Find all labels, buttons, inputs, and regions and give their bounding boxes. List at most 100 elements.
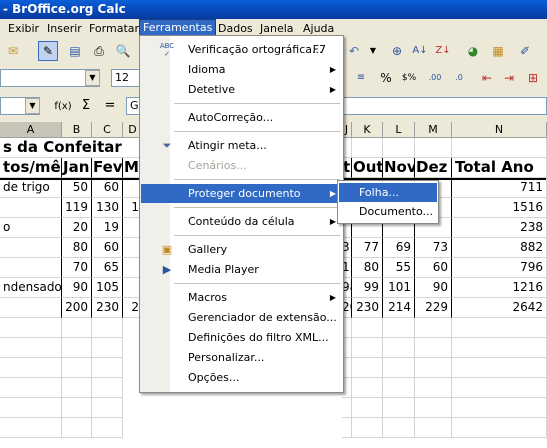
table-cell[interactable] [415, 358, 452, 378]
table-cell[interactable] [92, 378, 123, 398]
submenu-item-document[interactable]: Documento... [339, 202, 437, 221]
table-cell[interactable] [383, 358, 415, 378]
table-cell[interactable] [415, 398, 452, 418]
table-cell[interactable] [0, 318, 62, 338]
table-cell[interactable]: 69 [383, 238, 415, 258]
table-cell[interactable]: Total Ano [452, 158, 547, 178]
function-wizard-icon[interactable]: f(x) [52, 98, 74, 116]
table-cell[interactable]: 60 [92, 178, 123, 198]
table-cell[interactable] [0, 338, 62, 358]
table-cell[interactable]: 90 [62, 278, 92, 298]
table-cell[interactable]: 101 [383, 278, 415, 298]
table-cell[interactable] [452, 398, 547, 418]
table-cell[interactable] [452, 358, 547, 378]
table-cell[interactable]: 214 [383, 298, 415, 318]
percent-format-icon[interactable]: % [377, 69, 395, 87]
table-cell[interactable]: 65 [92, 258, 123, 278]
table-cell[interactable]: 238 [452, 218, 547, 238]
column-header-a[interactable]: A [0, 122, 62, 138]
table-cell[interactable]: 130 [92, 198, 123, 218]
table-cell[interactable] [383, 338, 415, 358]
table-cell[interactable]: 711 [452, 178, 547, 198]
table-cell[interactable] [352, 418, 383, 438]
menu-item-detective[interactable]: Detetive ▶ [141, 80, 342, 99]
column-header-b[interactable]: B [62, 122, 92, 138]
table-cell[interactable] [383, 418, 415, 438]
table-cell[interactable]: 796 [452, 258, 547, 278]
table-cell[interactable]: Nov [383, 158, 415, 178]
menu-item-extension-manager[interactable]: Gerenciador de extensão... [141, 308, 342, 327]
menu-dados[interactable]: Dados [218, 22, 253, 36]
menu-janela[interactable]: Janela [260, 22, 294, 36]
table-cell[interactable]: 229 [415, 298, 452, 318]
table-cell[interactable]: 70 [62, 258, 92, 278]
table-cell[interactable]: de trigo [0, 178, 62, 198]
table-cell[interactable] [62, 418, 92, 438]
table-cell[interactable] [62, 338, 92, 358]
column-header-l[interactable]: L [383, 122, 415, 138]
decrease-indent-icon[interactable]: ⇤ [478, 69, 496, 87]
table-cell[interactable]: s da Confeitaria [0, 138, 123, 158]
borders-icon[interactable]: ⊞ [524, 69, 542, 87]
table-cell[interactable] [92, 418, 123, 438]
table-cell[interactable] [452, 138, 547, 158]
table-cell[interactable]: 1516 [452, 198, 547, 218]
page-preview-icon[interactable]: 🔍 [114, 42, 132, 60]
table-cell[interactable] [0, 258, 62, 278]
table-cell[interactable]: 2642 [452, 298, 547, 318]
add-decimal-icon[interactable]: .00 [426, 69, 444, 87]
function-icon[interactable]: = [101, 97, 119, 115]
menu-item-goal-seek[interactable]: ⏷ Atingir meta... [141, 136, 342, 155]
table-cell[interactable] [383, 138, 415, 158]
table-cell[interactable]: 50 [62, 178, 92, 198]
table-cell[interactable] [415, 418, 452, 438]
name-box-dropdown-icon[interactable]: ▼ [25, 98, 40, 114]
menu-item-scenarios[interactable]: Cenários... [141, 156, 342, 175]
table-cell[interactable] [0, 198, 62, 218]
table-cell[interactable] [62, 358, 92, 378]
table-cell[interactable]: 105 [92, 278, 123, 298]
pivot-table-icon[interactable]: ▦ [489, 42, 507, 60]
table-cell[interactable] [0, 418, 62, 438]
table-cell[interactable]: o [0, 218, 62, 238]
table-cell[interactable] [0, 238, 62, 258]
table-cell[interactable]: 230 [352, 298, 383, 318]
table-cell[interactable]: 80 [62, 238, 92, 258]
sort-ascending-icon[interactable]: A↓ [411, 42, 429, 60]
menu-exibir[interactable]: Exibir [8, 22, 39, 36]
align-justify-icon[interactable]: ≡ [352, 69, 370, 87]
table-cell[interactable] [92, 398, 123, 418]
table-cell[interactable] [452, 338, 547, 358]
edit-file-icon[interactable]: ✎ [38, 41, 58, 61]
hyperlink-icon[interactable]: ⊕ [388, 42, 406, 60]
table-cell[interactable] [415, 338, 452, 358]
export-pdf-icon[interactable]: ▤ [66, 42, 84, 60]
chart-icon[interactable]: ◕ [464, 42, 482, 60]
table-cell[interactable]: 80 [352, 258, 383, 278]
font-size-field[interactable]: 12 [111, 69, 141, 87]
print-icon[interactable]: ⎙ [90, 42, 108, 60]
email-icon[interactable]: ✉ [4, 42, 22, 60]
table-cell[interactable] [352, 318, 383, 338]
currency-format-icon[interactable]: $% [400, 69, 418, 87]
menu-inserir[interactable]: Inserir [47, 22, 82, 36]
table-cell[interactable]: 20 [62, 218, 92, 238]
table-cell[interactable] [62, 318, 92, 338]
table-cell[interactable] [383, 318, 415, 338]
table-cell[interactable] [92, 318, 123, 338]
table-cell[interactable] [0, 398, 62, 418]
table-cell[interactable]: 119 [62, 198, 92, 218]
sort-descending-icon[interactable]: Z↓ [434, 42, 452, 60]
menu-item-macros[interactable]: Macros ▶ [141, 288, 342, 307]
table-cell[interactable]: Fev [92, 158, 123, 178]
table-cell[interactable]: 19 [92, 218, 123, 238]
table-cell[interactable]: Jan [62, 158, 92, 178]
table-cell[interactable] [452, 418, 547, 438]
menu-ajuda[interactable]: Ajuda [303, 22, 334, 36]
table-cell[interactable]: 1216 [452, 278, 547, 298]
table-cell[interactable] [352, 358, 383, 378]
menu-ferramentas[interactable]: Ferramentas [138, 19, 217, 37]
menu-item-protect-document[interactable]: Proteger documento ▶ [141, 184, 342, 203]
table-cell[interactable] [92, 358, 123, 378]
table-cell[interactable]: 230 [92, 298, 123, 318]
